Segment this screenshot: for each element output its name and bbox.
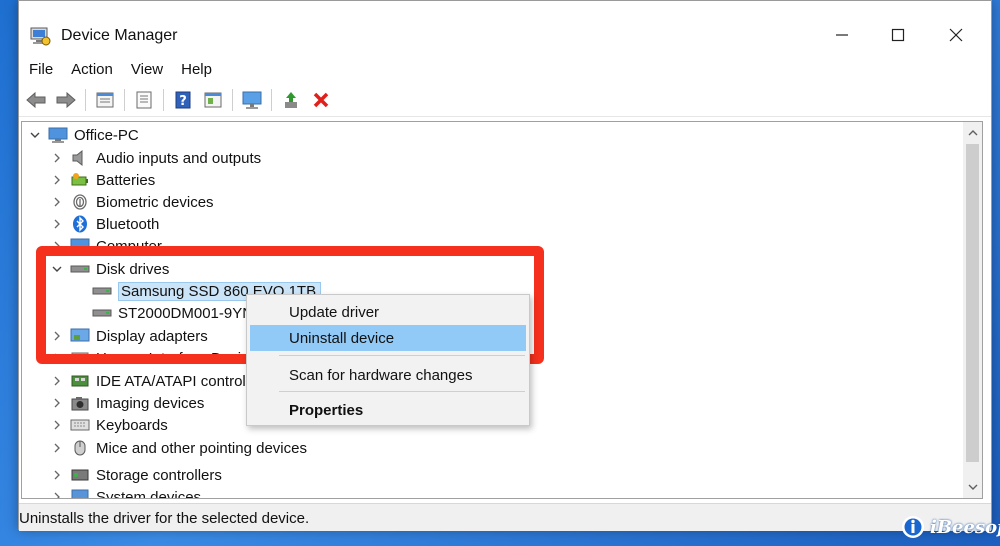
scroll-down-icon[interactable] xyxy=(963,478,983,496)
toolbar-separator xyxy=(232,88,233,111)
speaker-icon xyxy=(70,148,90,168)
chevron-right-icon[interactable] xyxy=(50,374,64,388)
chevron-right-icon[interactable] xyxy=(50,195,64,209)
menu-file[interactable]: File xyxy=(27,57,63,83)
scrollbar-thumb[interactable] xyxy=(966,144,979,462)
update-driver-icon[interactable] xyxy=(278,87,304,113)
maximize-button[interactable] xyxy=(875,15,921,55)
menu-bar: File Action View Help xyxy=(19,57,991,83)
uninstall-icon[interactable] xyxy=(308,87,334,113)
tree-item-imaging[interactable]: Imaging devices xyxy=(50,392,204,414)
tree-item-system[interactable]: System devices xyxy=(50,486,202,499)
tree-item-label: System devices xyxy=(96,488,202,499)
chevron-right-icon[interactable] xyxy=(50,217,64,231)
bluetooth-icon xyxy=(70,214,90,234)
device-manager-app-icon xyxy=(29,25,51,47)
chevron-right-icon[interactable] xyxy=(50,441,64,455)
toolbar-separator xyxy=(85,88,86,111)
ibeesoft-logo-icon xyxy=(902,516,924,538)
tree-item-mice[interactable]: Mice and other pointing devices xyxy=(50,437,307,459)
help-icon[interactable]: ? xyxy=(170,87,196,113)
toolbar-separator xyxy=(163,88,164,111)
tree-item-label: Mice and other pointing devices xyxy=(96,439,307,457)
properties-icon[interactable] xyxy=(92,87,118,113)
chevron-down-icon[interactable] xyxy=(28,128,42,142)
computer-icon xyxy=(48,125,68,145)
tree-item-storage[interactable]: Storage controllers xyxy=(50,464,222,486)
context-scan-hardware[interactable]: Scan for hardware changes xyxy=(250,362,526,388)
tree-item-ide[interactable]: IDE ATA/ATAPI controllers xyxy=(50,370,270,392)
status-text: Uninstalls the driver for the selected d… xyxy=(19,510,310,527)
tree-item-label: Biometric devices xyxy=(96,193,214,211)
storage-controller-icon xyxy=(70,465,90,485)
tree-item-label: Imaging devices xyxy=(96,394,205,412)
tree-item-biometric[interactable]: Biometric devices xyxy=(50,191,214,213)
chevron-right-icon[interactable] xyxy=(50,396,64,410)
chevron-right-icon[interactable] xyxy=(50,418,64,432)
ide-controller-icon xyxy=(70,371,90,391)
context-separator xyxy=(279,355,525,356)
battery-icon xyxy=(70,170,90,190)
tree-item-label: Storage controllers xyxy=(96,466,222,484)
tree-root[interactable]: Office-PC xyxy=(28,124,139,146)
toolbar-separator xyxy=(271,88,272,111)
list-icon[interactable] xyxy=(131,87,157,113)
tree-item-audio[interactable]: Audio inputs and outputs xyxy=(50,147,261,169)
scroll-up-icon[interactable] xyxy=(963,124,983,142)
system-devices-icon xyxy=(70,487,90,498)
tree-item-label: Batteries xyxy=(96,171,156,189)
status-bar: Uninstalls the driver for the selected d… xyxy=(19,503,991,531)
tree-item-bluetooth[interactable]: Bluetooth xyxy=(50,213,159,235)
panel-icon[interactable] xyxy=(200,87,226,113)
chevron-right-icon[interactable] xyxy=(50,151,64,165)
chevron-right-icon[interactable] xyxy=(50,468,64,482)
fingerprint-icon xyxy=(70,192,90,212)
forward-icon[interactable] xyxy=(53,87,79,113)
tree-item-label: IDE ATA/ATAPI controllers xyxy=(96,372,270,390)
camera-icon xyxy=(70,393,90,413)
chevron-right-icon[interactable] xyxy=(50,490,64,498)
mouse-icon xyxy=(70,438,90,458)
close-button[interactable] xyxy=(933,15,979,55)
tree-item-label: Audio inputs and outputs xyxy=(96,149,262,167)
ibeesoft-logo: iBeesoft xyxy=(900,514,1000,540)
tree-item-batteries[interactable]: Batteries xyxy=(50,169,155,191)
tree-root-label: Office-PC xyxy=(74,126,139,144)
tree-item-label: Keyboards xyxy=(96,416,168,434)
menu-help[interactable]: Help xyxy=(179,57,222,83)
toolbar-separator xyxy=(124,88,125,111)
menu-view[interactable]: View xyxy=(129,57,173,83)
menu-action[interactable]: Action xyxy=(69,57,123,83)
back-icon[interactable] xyxy=(23,87,49,113)
context-update-driver[interactable]: Update driver xyxy=(250,299,526,325)
window-title: Device Manager xyxy=(61,27,178,44)
context-properties[interactable]: Properties xyxy=(250,397,526,423)
chevron-right-icon[interactable] xyxy=(50,173,64,187)
context-uninstall-device[interactable]: Uninstall device xyxy=(250,325,526,351)
tree-item-keyboards[interactable]: Keyboards xyxy=(50,414,168,436)
context-separator xyxy=(279,391,525,392)
title-bar[interactable]: Device Manager xyxy=(19,1,991,57)
svg-text:?: ? xyxy=(179,94,187,109)
monitor-icon[interactable] xyxy=(239,87,265,113)
toolbar: ? xyxy=(19,83,991,117)
brand-name: iBeesoft xyxy=(930,516,1000,538)
context-menu: Update driver Uninstall device Scan for … xyxy=(246,294,530,426)
minimize-button[interactable] xyxy=(819,15,865,55)
vertical-scrollbar[interactable] xyxy=(963,121,983,499)
keyboard-icon xyxy=(70,415,90,435)
tree-item-label: Bluetooth xyxy=(96,215,160,233)
